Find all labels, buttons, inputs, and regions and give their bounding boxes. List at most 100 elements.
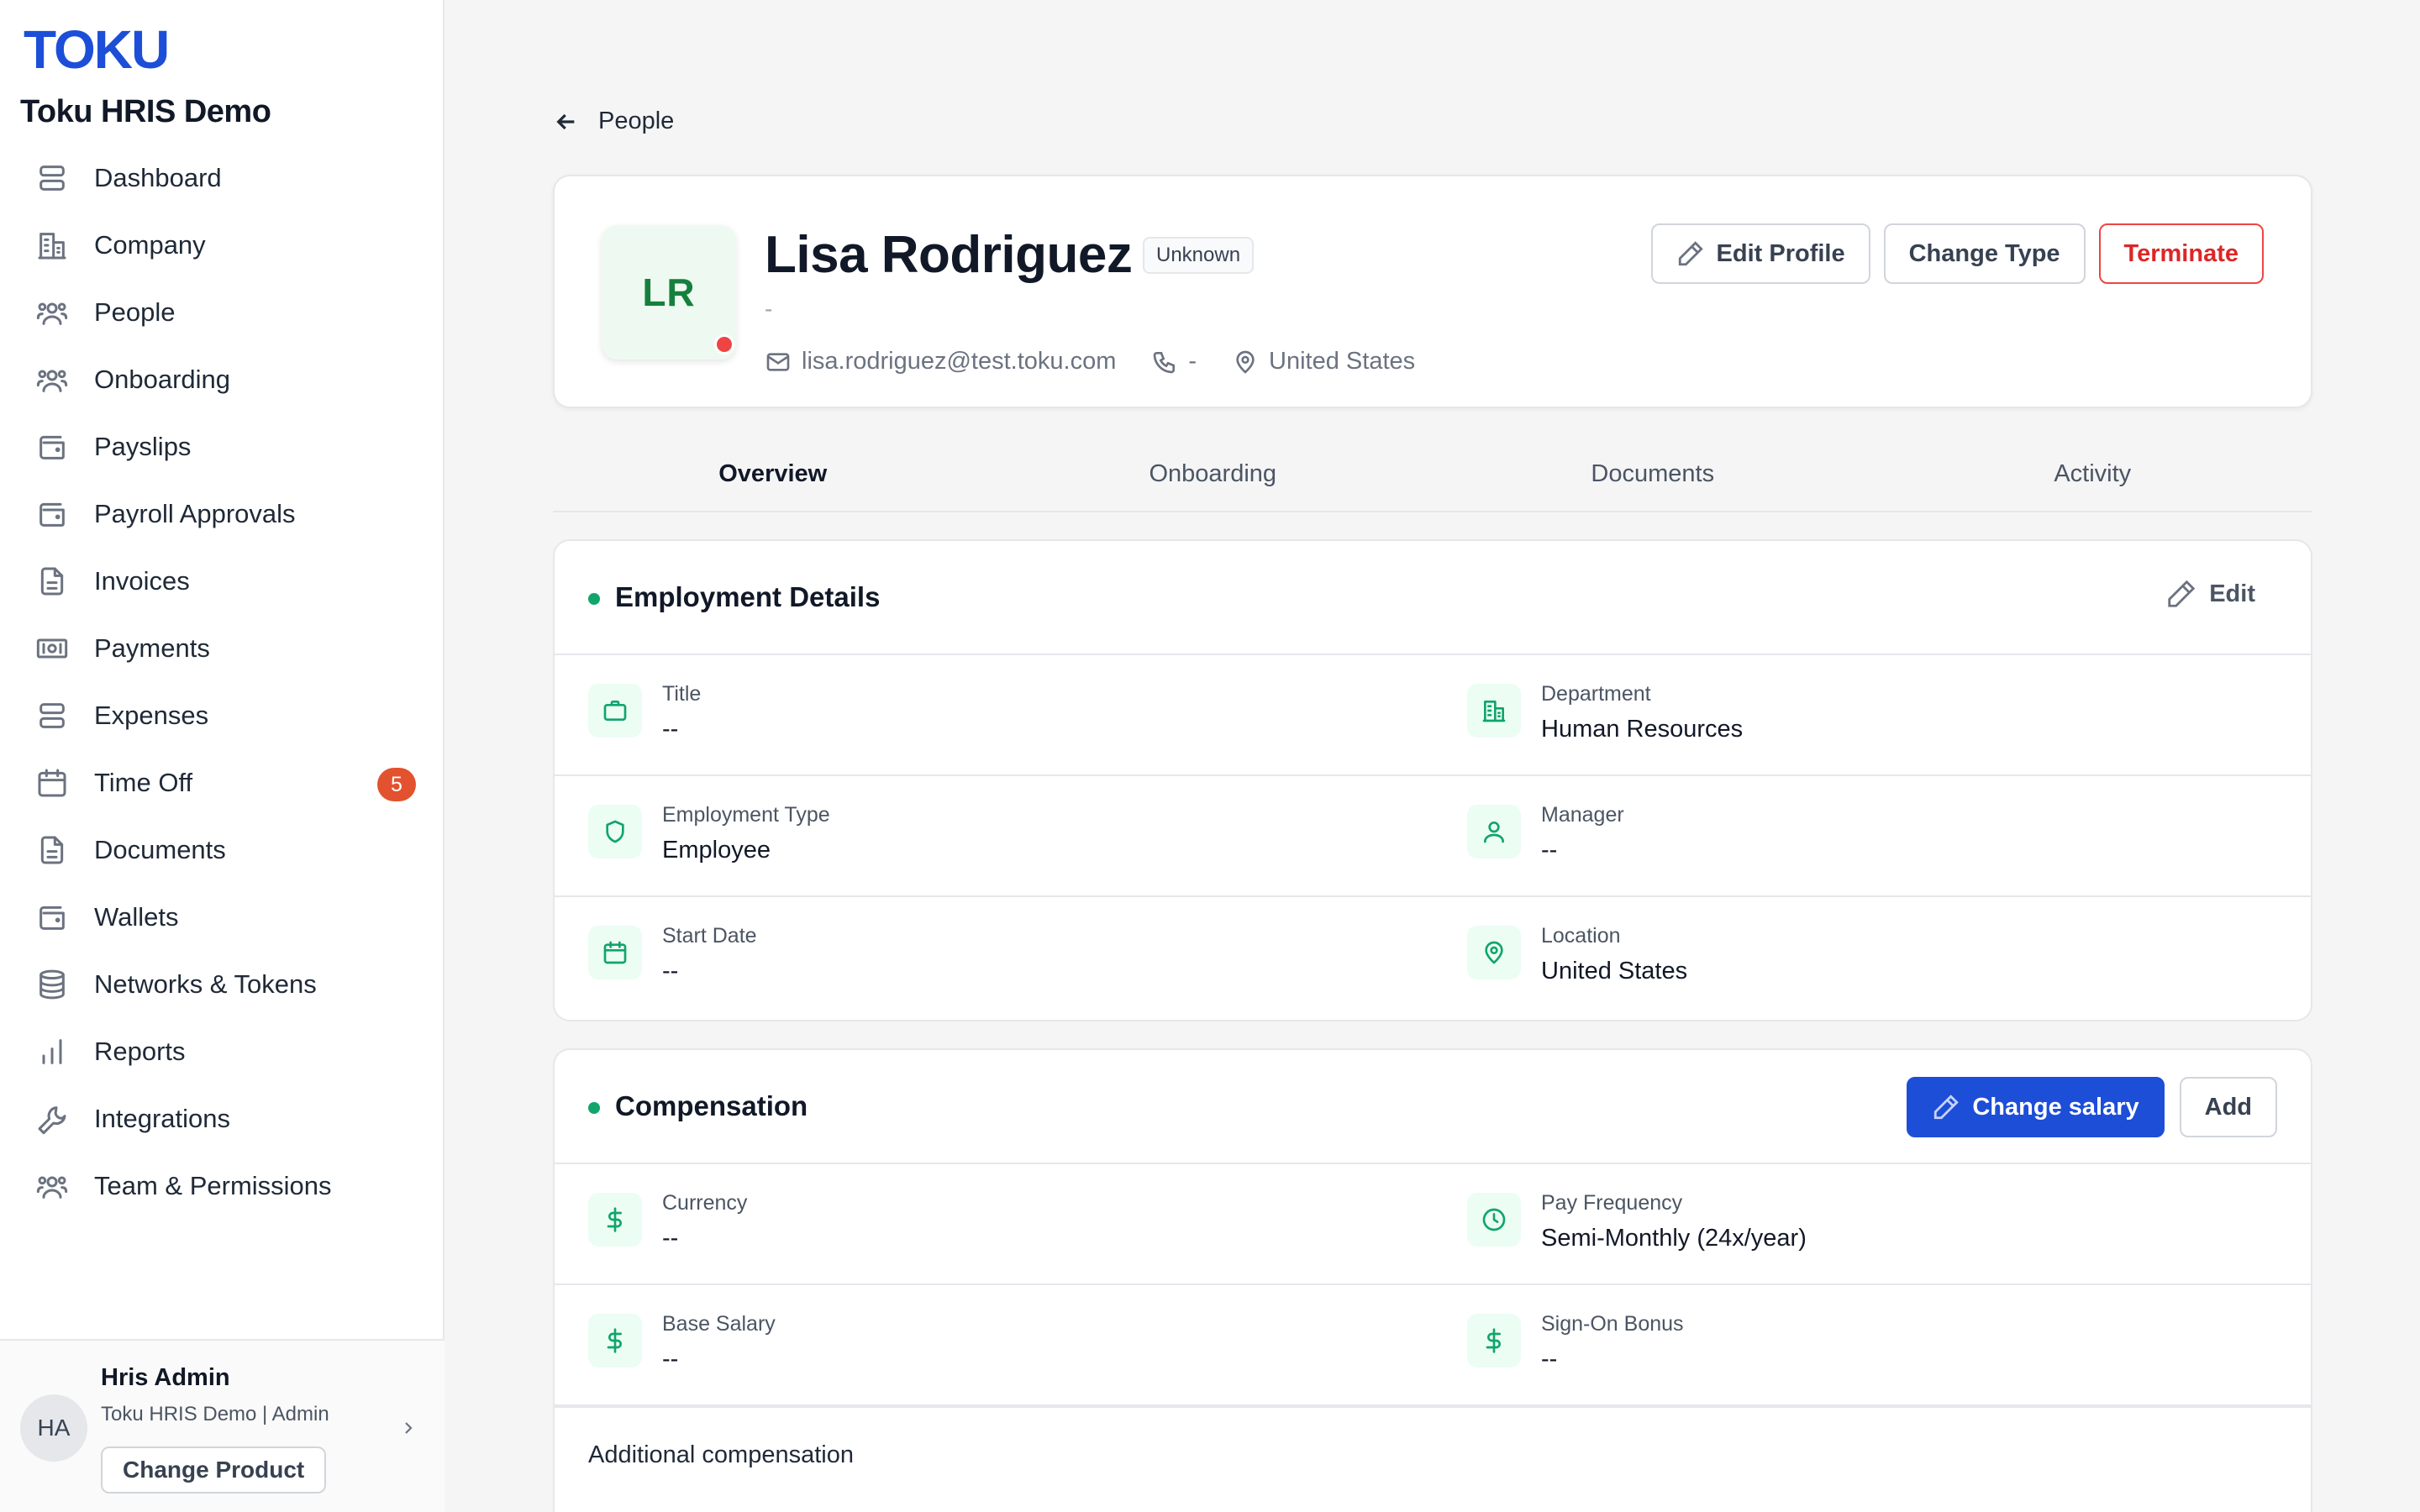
tab-onboarding[interactable]: Onboarding (993, 437, 1434, 511)
field-value: -- (1541, 837, 1558, 864)
document-icon (34, 832, 71, 869)
sidebar-item-integrations[interactable]: Integrations (0, 1085, 445, 1152)
sidebar-item-networks-tokens[interactable]: Networks & Tokens (0, 951, 445, 1018)
sidebar-item-label: Onboarding (94, 365, 231, 394)
tab-overview[interactable]: Overview (553, 437, 993, 511)
back-link-label: People (598, 108, 675, 134)
sidebar-item-label: Networks & Tokens (94, 969, 317, 999)
sidebar-item-label: Company (94, 230, 206, 260)
edit-profile-label: Edit Profile (1716, 239, 1845, 267)
compensation-row: Currency -- Pay Frequency Semi-Monthly (… (555, 1164, 2311, 1285)
tab-documents[interactable]: Documents (1433, 437, 1873, 511)
toku-logo[interactable]: TOKU (24, 18, 170, 81)
change-type-button[interactable]: Change Type (1883, 223, 2086, 284)
field-value: Semi-Monthly (24x/year) (1541, 1225, 1807, 1252)
sidebar-item-payroll-approvals[interactable]: Payroll Approvals (0, 480, 445, 548)
add-compensation-button[interactable]: Add (2179, 1077, 2277, 1137)
users-icon (34, 294, 71, 331)
contact-info: lisa.rodriguez@test.toku.com - United St… (765, 348, 1450, 375)
chevron-right-icon[interactable] (398, 1418, 418, 1438)
field-label: Sign-On Bonus (1541, 1312, 1684, 1336)
sidebar-nav: Dashboard Company People Onboarding Pays… (0, 144, 445, 1220)
terminate-button[interactable]: Terminate (2098, 223, 2264, 284)
dashboard-icon (34, 160, 71, 197)
wallet-icon (34, 899, 71, 936)
sidebar-item-label: Team & Permissions (94, 1171, 332, 1200)
sidebar-item-team-permissions[interactable]: Team & Permissions (0, 1152, 445, 1220)
sidebar-item-label: Dashboard (94, 163, 222, 192)
briefcase-icon (588, 684, 642, 738)
field-value: United States (1541, 958, 1688, 984)
field-label: Start Date (662, 924, 757, 948)
email-info[interactable]: lisa.rodriguez@test.toku.com (765, 348, 1116, 375)
sidebar-item-payslips[interactable]: Payslips (0, 413, 445, 480)
sidebar-item-company[interactable]: Company (0, 212, 445, 279)
change-product-button[interactable]: Change Product (101, 1446, 327, 1494)
section-indicator-dot (588, 1102, 600, 1114)
sidebar-item-time-off[interactable]: Time Off 5 (0, 749, 445, 816)
sidebar-item-invoices[interactable]: Invoices (0, 548, 445, 615)
person-name: Lisa Rodriguez (765, 226, 1133, 284)
status-badge: Unknown (1143, 237, 1255, 274)
section-indicator-dot (588, 593, 600, 605)
edit-profile-button[interactable]: Edit Profile (1650, 223, 1870, 284)
sidebar: TOKU Toku HRIS Demo Dashboard Company Pe… (0, 0, 445, 1512)
location-text: United States (1269, 348, 1416, 375)
map-pin-icon (1467, 926, 1521, 979)
wallet-icon (34, 428, 71, 465)
additional-compensation: Additional compensation (555, 1406, 2311, 1499)
sidebar-item-people[interactable]: People (0, 279, 445, 346)
dollar-icon (588, 1314, 642, 1368)
sidebar-item-label: Documents (94, 835, 226, 864)
profile-actions: Edit Profile Change Type Terminate (1638, 223, 2264, 284)
calendar-icon (588, 926, 642, 979)
sidebar-item-payments[interactable]: Payments (0, 615, 445, 682)
sidebar-item-label: Payroll Approvals (94, 499, 296, 528)
edit-employment-button[interactable]: Edit (2165, 578, 2255, 610)
employment-details-section: Employment Details Edit Title -- Departm… (553, 539, 2312, 1021)
sidebar-item-label: Reports (94, 1037, 186, 1066)
sidebar-item-wallets[interactable]: Wallets (0, 884, 445, 951)
building-icon (34, 227, 71, 264)
phone-info: - (1151, 348, 1197, 375)
document-icon (34, 563, 71, 600)
sidebar-item-label: Time Off (94, 768, 193, 797)
location-info: United States (1232, 348, 1415, 375)
tab-activity[interactable]: Activity (1873, 437, 2313, 511)
calendar-icon (34, 764, 71, 801)
field-label: Department (1541, 682, 1651, 706)
sidebar-item-documents[interactable]: Documents (0, 816, 445, 884)
pencil-icon (1934, 1095, 1960, 1120)
sidebar-item-dashboard[interactable]: Dashboard (0, 144, 445, 212)
section-header: Employment Details Edit (555, 541, 2311, 655)
avatar: HA (20, 1394, 87, 1462)
user-icon (1467, 805, 1521, 858)
phone-text: - (1188, 348, 1197, 375)
organization-name: Toku HRIS Demo (20, 94, 271, 129)
person-subtitle: - (765, 296, 773, 322)
mail-icon (766, 352, 790, 371)
sidebar-item-onboarding[interactable]: Onboarding (0, 346, 445, 413)
pencil-icon (2168, 580, 2196, 607)
field-value: -- (662, 958, 679, 984)
users-icon (34, 1168, 71, 1205)
back-to-people-link[interactable]: People (553, 108, 674, 135)
user-account-panel[interactable]: HA Hris Admin Toku HRIS Demo | Admin Cha… (0, 1339, 445, 1512)
change-salary-button[interactable]: Change salary (1907, 1077, 2165, 1137)
time-off-count-badge: 5 (377, 768, 416, 801)
dollar-icon (588, 1193, 642, 1247)
sidebar-item-expenses[interactable]: Expenses (0, 682, 445, 749)
sidebar-item-label: Invoices (94, 566, 190, 596)
field-value: Employee (662, 837, 771, 864)
shield-icon (588, 805, 642, 858)
dollar-icon (1467, 1314, 1521, 1368)
user-org-role: Toku HRIS Demo | Admin (101, 1403, 329, 1425)
details-row: Employment Type Employee Manager -- (555, 776, 2311, 897)
section-header: Compensation Change salary Add (555, 1050, 2311, 1164)
map-pin-icon (1236, 350, 1255, 374)
server-icon (34, 697, 71, 734)
profile-header-card: LR Lisa Rodriguez Unknown - lisa.rodrigu… (553, 175, 2312, 408)
field-value: -- (662, 1346, 679, 1373)
sidebar-item-reports[interactable]: Reports (0, 1018, 445, 1085)
edit-label: Edit (2209, 580, 2255, 607)
